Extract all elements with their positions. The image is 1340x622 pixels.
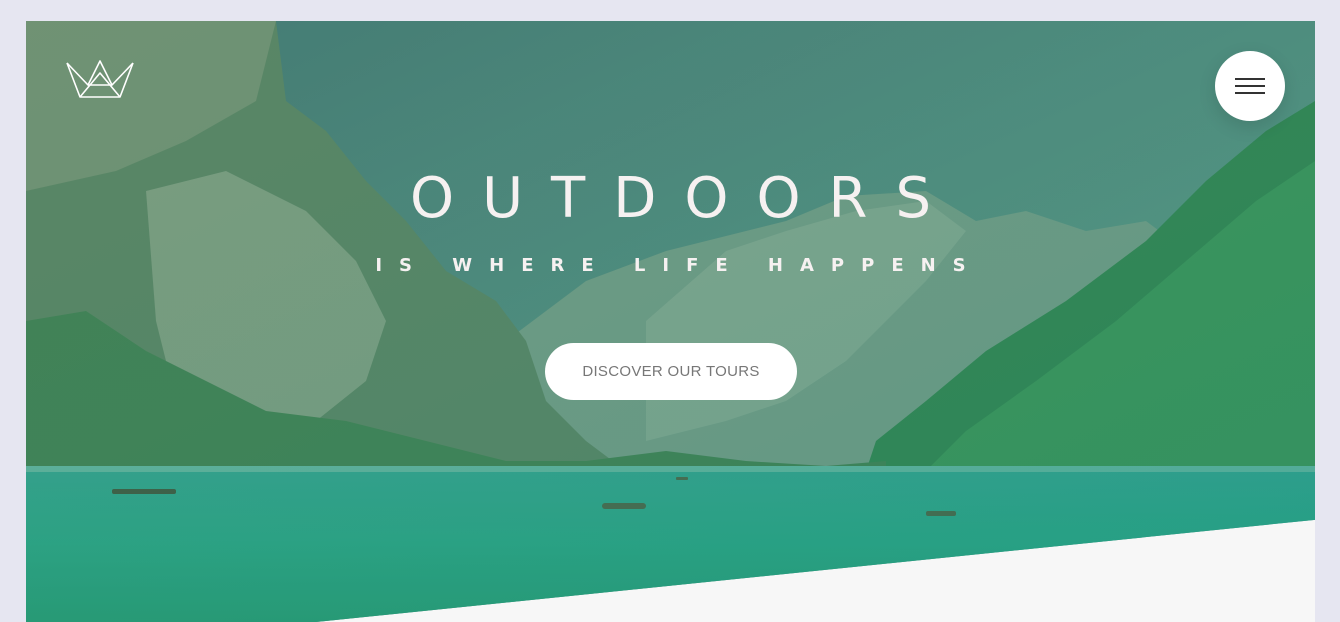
crown-logo-icon[interactable] (66, 59, 134, 99)
menu-toggle-button[interactable] (1215, 51, 1285, 121)
page-frame: OUTDOORS IS WHERE LIFE HAPPENS DISCOVER … (26, 21, 1315, 622)
hero-section: OUTDOORS IS WHERE LIFE HAPPENS DISCOVER … (26, 21, 1315, 622)
hamburger-menu-icon (1235, 78, 1265, 80)
hero-background-image (26, 21, 1315, 622)
hamburger-menu-icon-bar (1235, 85, 1265, 87)
discover-tours-button[interactable]: DISCOVER OUR TOURS (545, 343, 797, 400)
hero-subtitle: IS WHERE LIFE HAPPENS (375, 255, 983, 276)
hero-title: OUTDOORS (409, 166, 959, 231)
hamburger-menu-icon-bar (1235, 92, 1265, 94)
